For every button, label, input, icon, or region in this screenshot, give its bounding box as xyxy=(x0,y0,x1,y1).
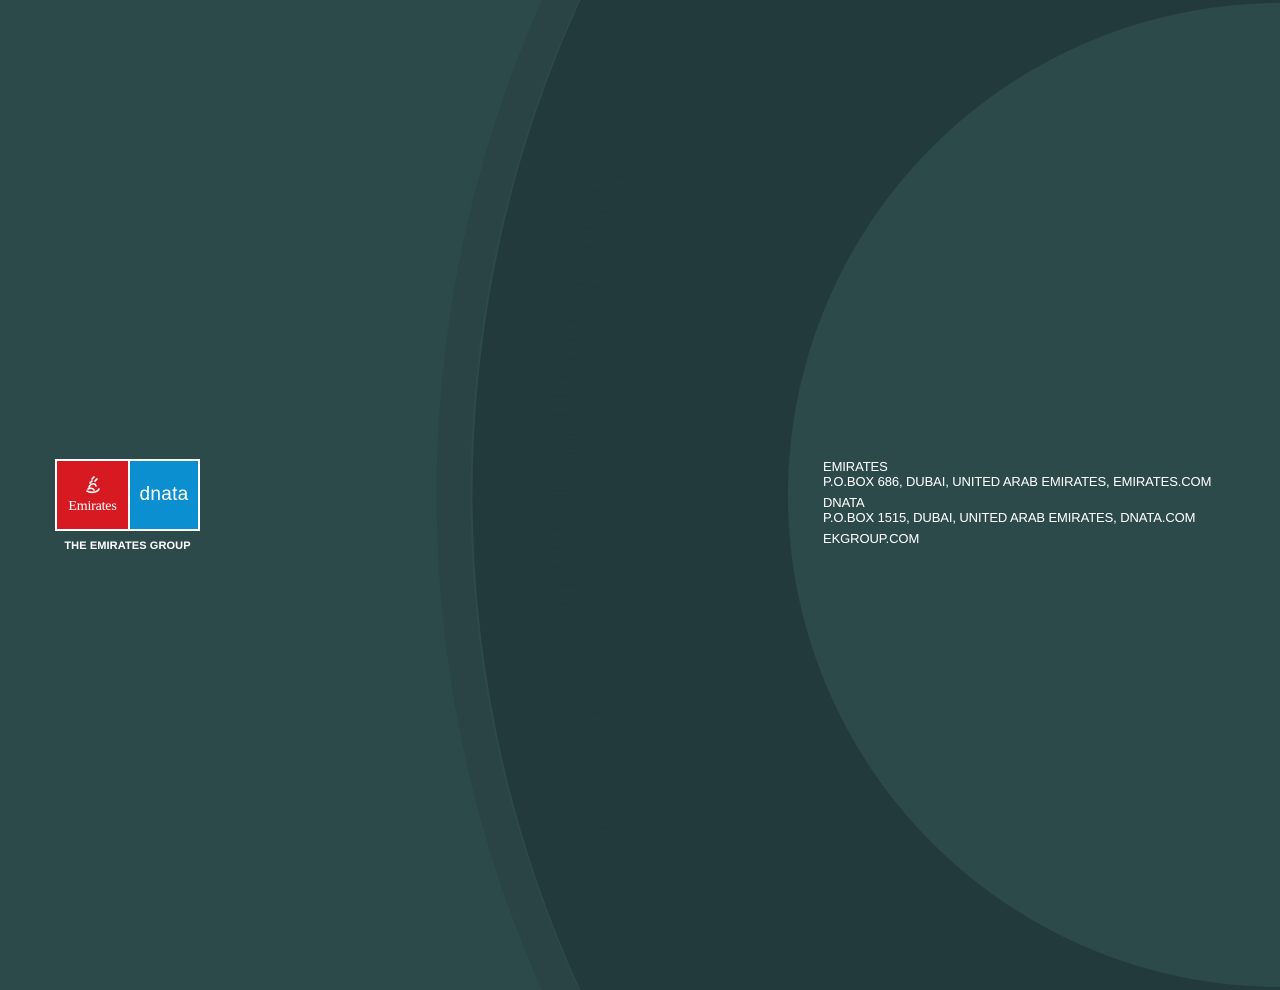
contact-name: EMIRATES xyxy=(823,459,888,474)
contact-entry-emirates: EMIRATES P.O.BOX 686, DUBAI, UNITED ARAB… xyxy=(823,459,1211,489)
website-link[interactable]: EKGROUP.COM xyxy=(823,531,1211,546)
dnata-logo: dnata xyxy=(130,461,198,529)
arabic-calligraphy-icon xyxy=(86,476,100,494)
group-name: THE EMIRATES GROUP xyxy=(64,540,191,552)
ring-tick xyxy=(548,527,583,530)
contact-entry-dnata: DNATA P.O.BOX 1515, DUBAI, UNITED ARAB E… xyxy=(823,495,1211,525)
logo-lockup: Emirates dnata xyxy=(55,459,200,531)
contact-address: P.O.BOX 1515, DUBAI, UNITED ARAB EMIRATE… xyxy=(823,510,1196,525)
emirates-logo: Emirates xyxy=(57,461,128,529)
emirates-group-logo: Emirates dnata THE EMIRATES GROUP xyxy=(55,459,200,552)
ring-tick xyxy=(548,470,583,473)
contact-address: P.O.BOX 686, DUBAI, UNITED ARAB EMIRATES… xyxy=(823,474,1212,489)
contact-name: DNATA xyxy=(823,495,865,510)
emirates-wordmark: Emirates xyxy=(68,499,117,514)
dnata-wordmark: dnata xyxy=(139,484,189,505)
contact-details: EMIRATES P.O.BOX 686, DUBAI, UNITED ARAB… xyxy=(823,459,1211,552)
contact-website-block: EKGROUP.COM xyxy=(823,531,1211,546)
